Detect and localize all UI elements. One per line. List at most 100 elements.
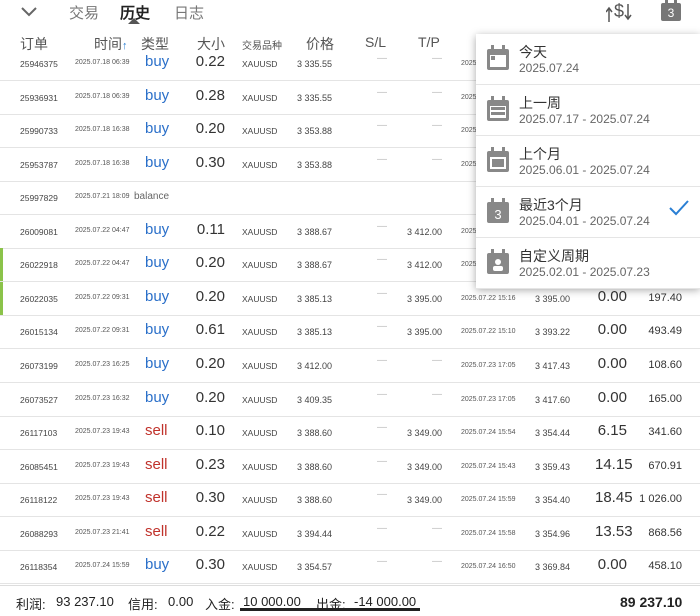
close-time-cell: 2025.07.24 15:59 <box>461 496 516 504</box>
tp-cell: 3 412.00 <box>406 260 442 271</box>
period-option[interactable]: 上个月 2025.06.01 - 2025.07.24 <box>476 136 700 187</box>
calendar-today-icon <box>487 45 509 70</box>
svg-text:$: $ <box>614 1 624 21</box>
deposit-value: 10 000.00 <box>243 594 301 609</box>
order-cell: 25946375 <box>20 59 58 69</box>
sl-cell: — <box>377 153 387 165</box>
swap-cell: 18.45 <box>595 489 633 507</box>
calendar-3months-icon: 3 <box>487 198 509 223</box>
table-row[interactable]: 26073199 2025.07.23 16:25 buy 0.20 XAUUSD 3 4… <box>0 349 700 383</box>
footer-scroll-indicator <box>240 608 420 611</box>
tab-trade[interactable]: 交易 <box>69 2 99 23</box>
sl-cell: — <box>377 120 387 132</box>
swap-cell: 0.00 <box>597 354 627 372</box>
order-cell: 26073199 <box>20 360 58 371</box>
open-time-cell: 2025.07.18 06:39 <box>75 92 130 100</box>
order-cell: 26009081 <box>20 226 58 237</box>
symbol-cell: XAUUSD <box>242 495 278 506</box>
table-row[interactable]: 26088293 2025.07.23 21:41 sell 0.22 XAUUSD 3 … <box>0 517 700 551</box>
type-cell: buy <box>145 254 170 272</box>
summary-footer: 利润: 93 237.10 信用: 0.00 入金: 10 000.00 出金:… <box>0 585 700 616</box>
tp-cell: 3 349.00 <box>406 495 442 506</box>
period-range: 2025.06.01 - 2025.07.24 <box>519 163 650 177</box>
close-price-cell: 3 354.96 <box>535 528 571 539</box>
symbol-cell: XAUUSD <box>242 226 278 237</box>
calendar-period-icon[interactable]: 3 <box>660 0 682 22</box>
close-time-cell: 2025 <box>461 261 477 269</box>
open-time-cell: 2025.07.23 19:43 <box>75 461 130 469</box>
close-time-cell: 2025 <box>461 60 477 67</box>
open-price-cell: 3 388.67 <box>297 226 333 237</box>
close-price-cell: 3 359.43 <box>535 461 571 472</box>
withdraw-value: -14 000.00 <box>354 594 417 609</box>
swap-cell: 14.15 <box>595 455 633 473</box>
tp-cell: — <box>432 522 442 534</box>
calendar-week-icon <box>487 96 509 121</box>
chevron-down-icon[interactable] <box>18 2 40 20</box>
tp-cell: 3 349.00 <box>406 428 442 439</box>
profit-cell: 868.56 <box>648 526 682 539</box>
close-time-cell: 2025.07.24 16:50 <box>461 563 516 571</box>
volume-cell: 0.22 <box>195 522 225 540</box>
symbol-cell: XAUUSD <box>242 562 278 573</box>
open-time-cell: 2025.07.21 18:09 <box>75 193 130 201</box>
type-cell: buy <box>145 354 170 372</box>
symbol-cell: XAUUSD <box>242 126 278 137</box>
type-cell: buy <box>145 53 170 70</box>
table-row[interactable]: 26085451 2025.07.23 19:43 sell 0.23 XAUUSD 3 … <box>0 450 700 484</box>
sl-cell: — <box>377 53 387 64</box>
volume-cell: 0.20 <box>195 388 225 406</box>
type-cell: buy <box>145 287 170 305</box>
sl-cell: — <box>377 556 387 568</box>
period-option[interactable]: 今天 2025.07.24 <box>476 34 700 85</box>
table-row[interactable]: 26015134 2025.07.22 09:31 buy 0.61 XAUUSD 3 3… <box>0 315 700 350</box>
type-cell: buy <box>145 220 170 238</box>
type-cell: sell <box>145 522 168 540</box>
table-row[interactable]: 26073527 2025.07.23 16:32 buy 0.20 XAUUSD 3 4… <box>0 383 700 417</box>
open-time-cell: 2025.07.22 09:31 <box>75 327 130 335</box>
tp-cell: 3 349.00 <box>406 461 442 472</box>
profit-cell: 108.60 <box>648 358 682 371</box>
type-cell: buy <box>145 388 170 406</box>
open-time-cell: 2025.07.18 16:38 <box>75 126 130 134</box>
order-cell: 25936931 <box>20 92 58 103</box>
order-cell: 26022035 <box>20 293 58 304</box>
period-option[interactable]: 上一周 2025.07.17 - 2025.07.24 <box>476 85 700 136</box>
symbol-cell: XAUUSD <box>242 327 278 338</box>
open-price-cell: 3 335.55 <box>297 59 333 69</box>
close-price-cell: 3 393.22 <box>535 327 571 338</box>
symbol-cell: XAUUSD <box>242 428 278 439</box>
table-row[interactable]: 26118122 2025.07.23 19:43 sell 0.30 XAUUSD 3 … <box>0 483 700 518</box>
open-time-cell: 2025.07.22 09:31 <box>75 293 130 301</box>
type-cell: sell <box>145 489 168 507</box>
order-cell: 26117103 <box>20 428 58 439</box>
close-price-cell: 3 417.43 <box>535 360 571 371</box>
order-cell: 25990733 <box>20 126 58 137</box>
sl-cell: — <box>377 254 387 266</box>
table-row[interactable]: 26117103 2025.07.23 19:43 sell 0.10 XAUUSD 3 … <box>0 416 700 451</box>
tp-cell: — <box>432 153 442 165</box>
table-row[interactable]: 26118354 2025.07.24 15:59 buy 0.30 XAUUSD 3 3… <box>0 550 700 585</box>
close-time-cell: 2025.07.23 17:05 <box>461 395 516 403</box>
sl-cell: — <box>377 388 387 400</box>
symbol-cell: XAUUSD <box>242 461 278 472</box>
close-time-cell: 2025.07.24 15:43 <box>461 462 516 470</box>
symbol-cell: XAUUSD <box>242 59 278 69</box>
tp-cell: — <box>432 120 442 132</box>
total-balance: 89 237.10 <box>620 594 683 610</box>
tab-journal[interactable]: 日志 <box>174 2 204 23</box>
credit-value: 0.00 <box>168 594 194 609</box>
open-price-cell: 3 394.44 <box>297 528 333 539</box>
sl-cell: — <box>377 455 387 467</box>
order-cell: 26118354 <box>20 562 58 573</box>
active-tab-indicator <box>128 18 140 24</box>
sl-cell: — <box>377 321 387 333</box>
period-badge: 3 <box>494 207 501 222</box>
open-time-cell: 2025.07.24 15:59 <box>75 562 130 570</box>
type-cell: balance <box>134 191 170 203</box>
period-option[interactable]: 3 最近3个月 2025.04.01 - 2025.07.24 <box>476 187 700 238</box>
period-option[interactable]: 自定义周期 2025.02.01 - 2025.07.23 <box>476 238 700 289</box>
dollar-sort-icon[interactable]: $ <box>606 0 638 24</box>
period-range: 2025.04.01 - 2025.07.24 <box>519 214 650 228</box>
profit-cell: 197.40 <box>648 291 682 304</box>
